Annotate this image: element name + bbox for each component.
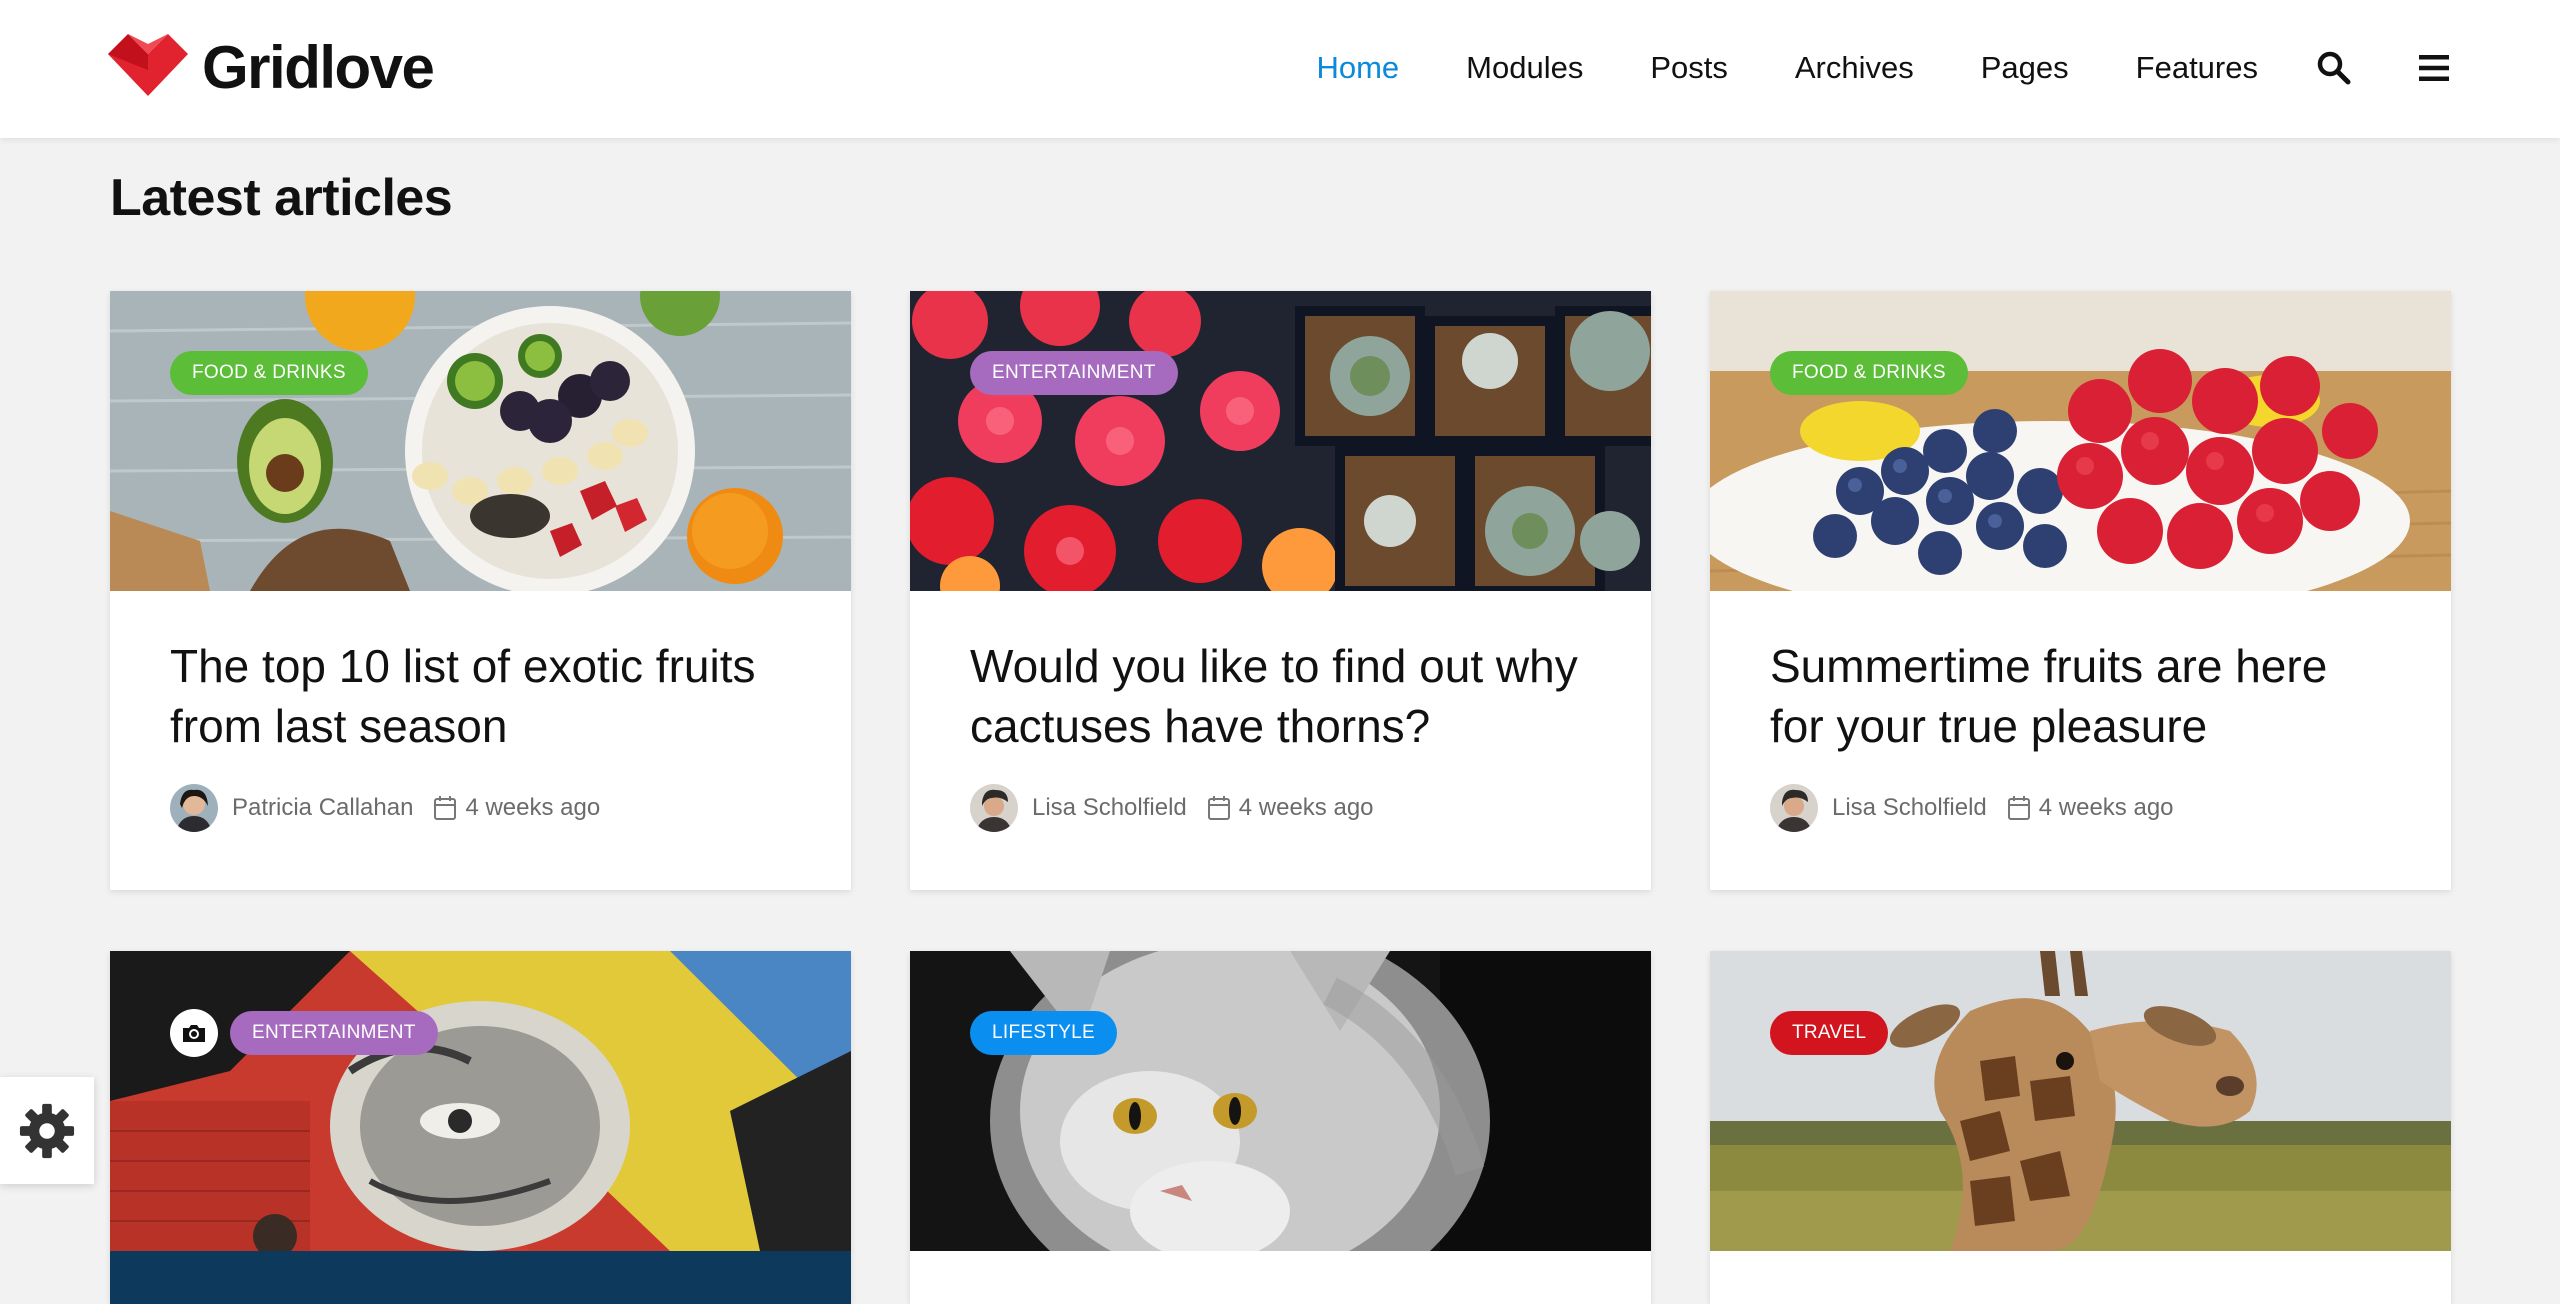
article-date: 4 weeks ago [465, 794, 601, 821]
article-title[interactable]: Would you like to find out why cactuses … [970, 636, 1591, 756]
article-card: LIFESTYLE [910, 951, 1651, 1304]
author-name[interactable]: Lisa Scholfield [1032, 794, 1187, 822]
hamburger-menu-icon[interactable] [2416, 50, 2452, 86]
settings-panel-toggle[interactable] [0, 1077, 94, 1184]
nav-archives[interactable]: Archives [1795, 50, 1914, 86]
article-title[interactable]: Summertime fruits are here for your true… [1770, 636, 2391, 756]
gear-icon [19, 1103, 75, 1158]
category-badge[interactable]: LIFESTYLE [970, 1011, 1118, 1055]
nav-pages[interactable]: Pages [1981, 50, 2069, 86]
article-date: 4 weeks ago [2038, 794, 2174, 821]
article-card: ENTERTAINMENT [110, 951, 851, 1304]
avatar[interactable] [1770, 784, 1818, 832]
article-card: FOOD & DRINKS The top 10 list of exotic … [110, 291, 851, 890]
section-title: Latest articles [110, 169, 453, 227]
article-card: TRAVEL [1710, 951, 2451, 1304]
author-name[interactable]: Patricia Callahan [232, 794, 413, 822]
category-badge[interactable]: ENTERTAINMENT [230, 1011, 438, 1055]
category-badge[interactable]: FOOD & DRINKS [1770, 351, 1968, 395]
calendar-icon [434, 796, 457, 820]
article-image-fruit-bowl[interactable] [110, 291, 851, 591]
article-card: FOOD & DRINKS Summertime fruits are here… [1710, 291, 2451, 890]
calendar-icon [1207, 796, 1230, 820]
nav-posts[interactable]: Posts [1650, 50, 1728, 86]
article-image-street-art[interactable] [110, 951, 851, 1251]
nav-features[interactable]: Features [2136, 50, 2258, 86]
article-body: The top 10 list of exotic fruits from la… [170, 591, 791, 832]
avatar[interactable] [970, 784, 1018, 832]
article-meta: Lisa Scholfield 4 weeks ago [1770, 784, 2391, 832]
article-meta: Lisa Scholfield 4 weeks ago [970, 784, 1591, 832]
article-body: Summertime fruits are here for your true… [1770, 591, 2391, 832]
site-name: Gridlove [202, 33, 435, 101]
search-icon[interactable] [2316, 50, 2352, 86]
site-header: Gridlove Home Modules Posts Archives Pag… [0, 0, 2560, 138]
author-name[interactable]: Lisa Scholfield [1832, 794, 1987, 822]
site-logo[interactable]: Gridlove [108, 33, 435, 101]
article-image-berries[interactable] [1710, 291, 2451, 591]
article-date: 4 weeks ago [1238, 794, 1374, 821]
nav-modules[interactable]: Modules [1466, 50, 1583, 86]
article-image-cactuses[interactable] [910, 291, 1651, 591]
article-image-cat[interactable] [910, 951, 1651, 1251]
camera-icon [170, 1009, 218, 1057]
category-badge[interactable]: ENTERTAINMENT [970, 351, 1178, 395]
avatar[interactable] [170, 784, 218, 832]
nav-home[interactable]: Home [1316, 50, 1399, 86]
article-meta: Patricia Callahan 4 weeks ago [170, 784, 791, 832]
category-badge[interactable]: FOOD & DRINKS [170, 351, 368, 395]
main-nav: Home Modules Posts Archives Pages Featur… [1249, 38, 2560, 98]
calendar-icon [2007, 796, 2030, 820]
logo-diamond-icon [108, 34, 188, 96]
article-title[interactable]: The top 10 list of exotic fruits from la… [170, 636, 791, 756]
article-card: ENTERTAINMENT Would you like to find out… [910, 291, 1651, 890]
article-image-giraffe[interactable] [1710, 951, 2451, 1251]
article-body: Would you like to find out why cactuses … [970, 591, 1591, 832]
category-badge[interactable]: TRAVEL [1770, 1011, 1889, 1055]
